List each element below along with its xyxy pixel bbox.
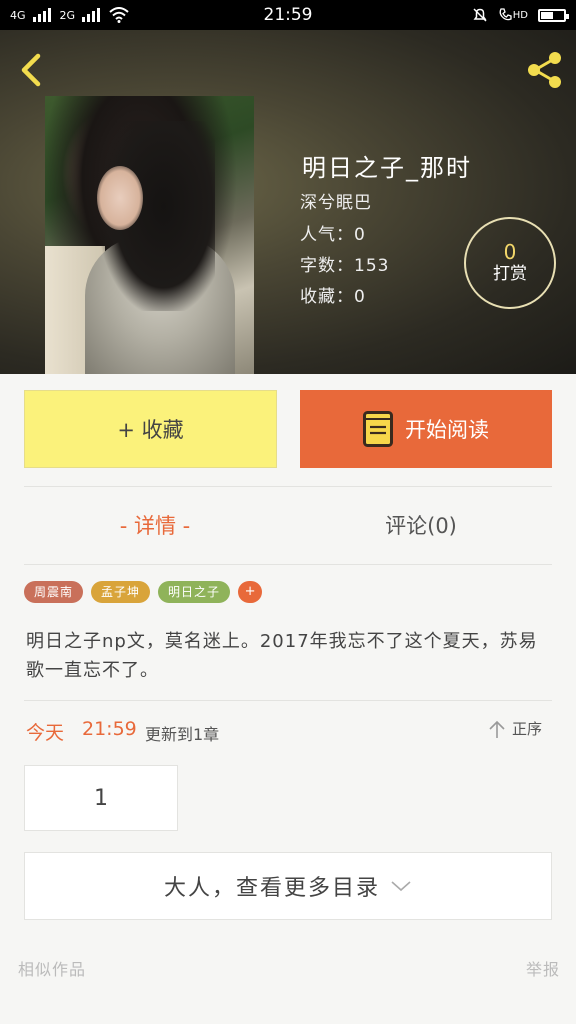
sort-order-label: 正序 [512,720,543,738]
tag-item[interactable]: 明日之子 [158,581,231,603]
chevron-left-icon [21,53,41,87]
divider [24,486,552,487]
book-description: 明日之子np文，莫名迷上。2017年我忘不了这个夏天，苏易歌一直忘不了。 [26,631,538,681]
collect-label: + 收藏 [117,418,184,442]
book-word-count: 字数：153 [300,256,390,276]
more-catalog-label: 大人，查看更多目录 [163,876,380,901]
update-time: 21:59 [82,718,137,740]
tip-label: 打赏 [493,264,527,284]
start-reading-button[interactable]: 开始阅读 [300,390,552,468]
similar-works-label: 相似作品 [18,960,87,979]
share-icon [528,52,561,88]
battery-icon [538,8,569,22]
tip-count: 0 [503,240,517,264]
wifi-icon [109,7,129,23]
update-text: 更新到1章 [145,725,220,744]
mute-bell-icon [473,8,487,22]
book-cover-image [45,96,254,374]
tab-details-label: - 详情 - [119,514,191,538]
tip-button[interactable]: 0 打赏 [464,217,556,309]
status-bar: 4G 2G 21:59 HD [0,0,576,30]
chapter-number: 1 [94,785,108,811]
tag-list: 周震南 孟子坤 明日之子 + [24,581,263,603]
tag-more-button[interactable]: + [238,581,263,603]
hd-call-icon: HD [498,8,528,22]
network-4g-label: 4G [10,8,26,22]
tab-details[interactable]: - 详情 - [70,505,240,545]
tag-item[interactable]: 周震南 [24,581,84,603]
arrow-up-icon [489,720,505,738]
tab-comments-label: 评论(0) [385,514,457,538]
signal-icon [82,8,101,22]
share-button[interactable] [522,48,566,92]
status-left: 4G 2G [10,7,129,23]
collect-button[interactable]: + 收藏 [24,390,277,468]
book-icon [363,411,393,447]
divider [24,700,552,701]
update-day: 今天 [26,722,65,744]
network-2g-label: 2G [59,8,76,22]
start-reading-label: 开始阅读 [405,418,489,442]
status-right: HD [472,7,569,23]
book-favorites: 收藏：0 [300,287,366,307]
chapter-item[interactable]: 1 [24,765,178,831]
signal-icon [32,8,51,22]
report-button[interactable]: 举报 [526,956,560,980]
book-title: 明日之子_那时 [302,154,472,182]
hd-label: HD [512,9,528,21]
book-popularity: 人气：0 [300,225,366,245]
tag-item[interactable]: 孟子坤 [91,581,151,603]
sort-order-button[interactable]: 正序 [488,718,542,739]
book-header: 明日之子_那时 深兮眠巴 人气：0 字数：153 收藏：0 0 打赏 [0,30,576,374]
back-button[interactable] [14,50,50,90]
tab-comments[interactable]: 评论(0) [336,505,506,545]
chevron-down-icon [391,881,411,892]
book-author[interactable]: 深兮眠巴 [300,188,372,213]
battery-level [541,11,553,19]
divider [24,564,552,565]
more-catalog-button[interactable]: 大人，查看更多目录 [24,852,552,920]
